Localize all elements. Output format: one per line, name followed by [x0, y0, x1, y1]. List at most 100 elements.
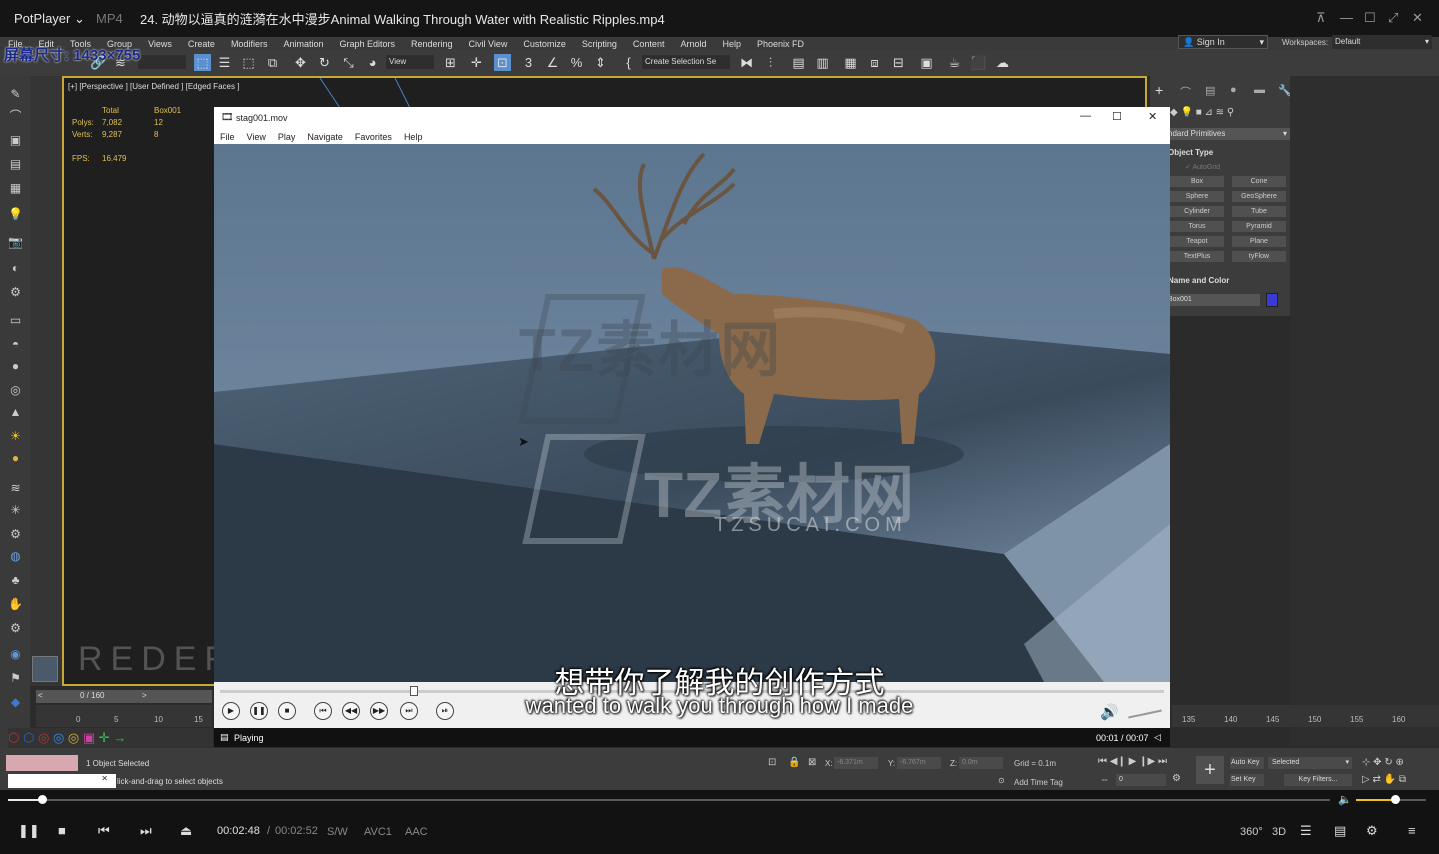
set-key-button[interactable]: +	[1196, 756, 1224, 784]
tube-button[interactable]: Tube	[1232, 206, 1286, 217]
media-maximize-button[interactable]: ☐	[1112, 110, 1122, 123]
select-manipulate-icon[interactable]: ✛	[468, 54, 485, 71]
textplus-button[interactable]: TextPlus	[1170, 251, 1224, 262]
mirror-icon[interactable]: ⧓	[738, 54, 755, 71]
create-tab-icon[interactable]: +	[1155, 82, 1163, 98]
square-icon[interactable]: ▣	[83, 730, 95, 745]
plant-icon[interactable]: ♣	[7, 572, 24, 589]
viewport-nav-icons-lower[interactable]: ▷ ⇄ ✋ ⧉	[1362, 774, 1406, 785]
media-menu-help[interactable]: Help	[398, 132, 429, 142]
render-setup-icon[interactable]: ▣	[918, 54, 935, 71]
cone-button[interactable]: Cone	[1232, 176, 1286, 187]
helpers-icon[interactable]: ◐	[7, 260, 24, 277]
shape-icon[interactable]: ⌒	[7, 108, 24, 125]
menu-content[interactable]: Content	[625, 39, 673, 49]
keyboard-shortcut-override-icon[interactable]: ⊡	[494, 54, 511, 71]
y-coordinate-field[interactable]: -6.767m	[897, 757, 941, 769]
move-icon[interactable]: ✥	[292, 54, 309, 71]
window-crossing-icon[interactable]: ⧉	[264, 54, 281, 71]
menu-animation[interactable]: Animation	[275, 39, 331, 49]
video-codec-badge[interactable]: AVC1	[364, 826, 392, 838]
pin-icon[interactable]: ⊼	[1316, 10, 1326, 26]
eject-button[interactable]: ⏏	[180, 823, 192, 839]
media-menu-play[interactable]: Play	[272, 132, 302, 142]
geosphere-button[interactable]: GeoSphere	[1232, 191, 1286, 202]
geometry-category-icons[interactable]: ◆ 💡 ■ ⊿ ≋ ⚲	[1170, 107, 1234, 118]
video-frame[interactable]: TZ素材网 TZ素材网 TZSUCAI.COM ➤	[214, 144, 1170, 682]
torus-icon[interactable]: ◎	[7, 382, 24, 399]
selection-filter-dropdown[interactable]	[138, 55, 186, 69]
media-menu-favorites[interactable]: Favorites	[349, 132, 398, 142]
layer-explorer-icon[interactable]: ▤	[790, 54, 807, 71]
motion-icon[interactable]: ▦	[7, 180, 24, 197]
cameras-icon[interactable]: 📷	[7, 234, 24, 251]
torus-button[interactable]: Torus	[1170, 221, 1224, 232]
isolate-selection-icon[interactable]: ⊡	[768, 757, 776, 768]
time-config-icon[interactable]: ⚙	[1172, 773, 1181, 784]
rect-selection-icon[interactable]: ⬚	[240, 54, 257, 71]
key-filters-button[interactable]: Key Filters...	[1284, 774, 1352, 786]
menu-scripting[interactable]: Scripting	[574, 39, 625, 49]
sphere-button[interactable]: Sphere	[1170, 191, 1224, 202]
previous-button[interactable]: ⏮	[98, 823, 110, 839]
hierarchy-tab-icon[interactable]: ▤	[1205, 84, 1215, 97]
menu-views[interactable]: Views	[140, 39, 180, 49]
align-icon[interactable]: ⫶	[762, 54, 779, 71]
modify-icon[interactable]: ▣	[7, 132, 24, 149]
reference-coord-dropdown[interactable]: View	[386, 55, 434, 69]
menu-help[interactable]: Help	[714, 39, 749, 49]
render-cloud-icon[interactable]: ☁	[994, 54, 1011, 71]
time-tag-icon[interactable]: ⊙	[998, 776, 1005, 785]
maxscript-listener-field[interactable]	[6, 755, 78, 771]
select-by-name-icon[interactable]: ☰	[216, 54, 233, 71]
sun-icon[interactable]: ☀	[7, 428, 24, 445]
primitive-type-dropdown[interactable]: ndard Primitives ▾	[1168, 128, 1290, 140]
menu-graph-editors[interactable]: Graph Editors	[331, 39, 403, 49]
close-icon[interactable]: ✕	[101, 774, 116, 783]
vr-360-button[interactable]: 360°	[1240, 826, 1263, 838]
place-icon[interactable]: ◕	[364, 54, 381, 71]
cloth-icon[interactable]: ⚙	[7, 526, 24, 543]
schematic-view-icon[interactable]: ⧈	[866, 54, 883, 71]
hand-icon[interactable]: ✋	[7, 596, 24, 613]
ribbon-icon[interactable]: ▥	[814, 54, 831, 71]
menu-create[interactable]: Create	[180, 39, 223, 49]
percent-snap-icon[interactable]: %	[568, 54, 585, 71]
media-minimize-button[interactable]: —	[1080, 110, 1091, 122]
menu-phoenix-fd[interactable]: Phoenix FD	[749, 39, 812, 49]
media-menu-file[interactable]: File	[214, 132, 241, 142]
crosshair-icon[interactable]: ◎	[38, 730, 49, 745]
rotate-icon[interactable]: ↻	[316, 54, 333, 71]
pyramid-button[interactable]: Pyramid	[1232, 221, 1286, 232]
menu-arnold[interactable]: Arnold	[672, 39, 714, 49]
3d-button[interactable]: 3D	[1272, 826, 1286, 838]
motion-tab-icon[interactable]: ●	[1230, 84, 1237, 96]
teapot-button[interactable]: Teapot	[1170, 236, 1224, 247]
hierarchy-icon[interactable]: ▤	[7, 156, 24, 173]
sign-in-dropdown[interactable]: 👤 Sign In ▾	[1178, 35, 1268, 49]
disc-icon[interactable]: ●	[7, 450, 24, 467]
ring-icon[interactable]: ◎	[53, 730, 64, 745]
next-button[interactable]: ⏭	[140, 823, 152, 839]
playback-controls[interactable]: ⏮ ◀❙ ▶ ❙▶ ⏭	[1098, 756, 1167, 767]
create-icon[interactable]: ✎	[7, 86, 24, 103]
pause-button[interactable]: ❚❚	[18, 823, 40, 839]
fullscreen-button[interactable]: ⤢	[1388, 10, 1398, 26]
modify-tab-icon[interactable]: ⌒	[1180, 84, 1191, 100]
gear-icon[interactable]: ⚙	[1366, 823, 1378, 839]
box-primitive-icon[interactable]: ▭	[7, 312, 24, 329]
curve-editor-icon[interactable]: ▦	[842, 54, 859, 71]
current-frame-field[interactable]: 0	[1116, 774, 1166, 786]
menu-modifiers[interactable]: Modifiers	[223, 39, 276, 49]
particles-icon[interactable]: ✳	[7, 502, 24, 519]
sphere-red-icon[interactable]: ⬡	[8, 730, 19, 745]
box-button[interactable]: Box	[1170, 176, 1224, 187]
workspaces-dropdown[interactable]: Default ▾	[1332, 35, 1432, 49]
potplayer-volume-thumb[interactable]	[1390, 795, 1400, 804]
key-selection-dropdown[interactable]: Selected ▾	[1268, 757, 1352, 769]
main-menu-icon[interactable]: ≡	[1408, 823, 1416, 838]
sphere-blue-icon[interactable]: ⬡	[23, 730, 34, 745]
playlist-search-icon[interactable]: ☰	[1300, 823, 1312, 839]
set-key-mode-button[interactable]: Set Key	[1230, 774, 1264, 786]
pivot-icon[interactable]: ⊞	[442, 54, 459, 71]
